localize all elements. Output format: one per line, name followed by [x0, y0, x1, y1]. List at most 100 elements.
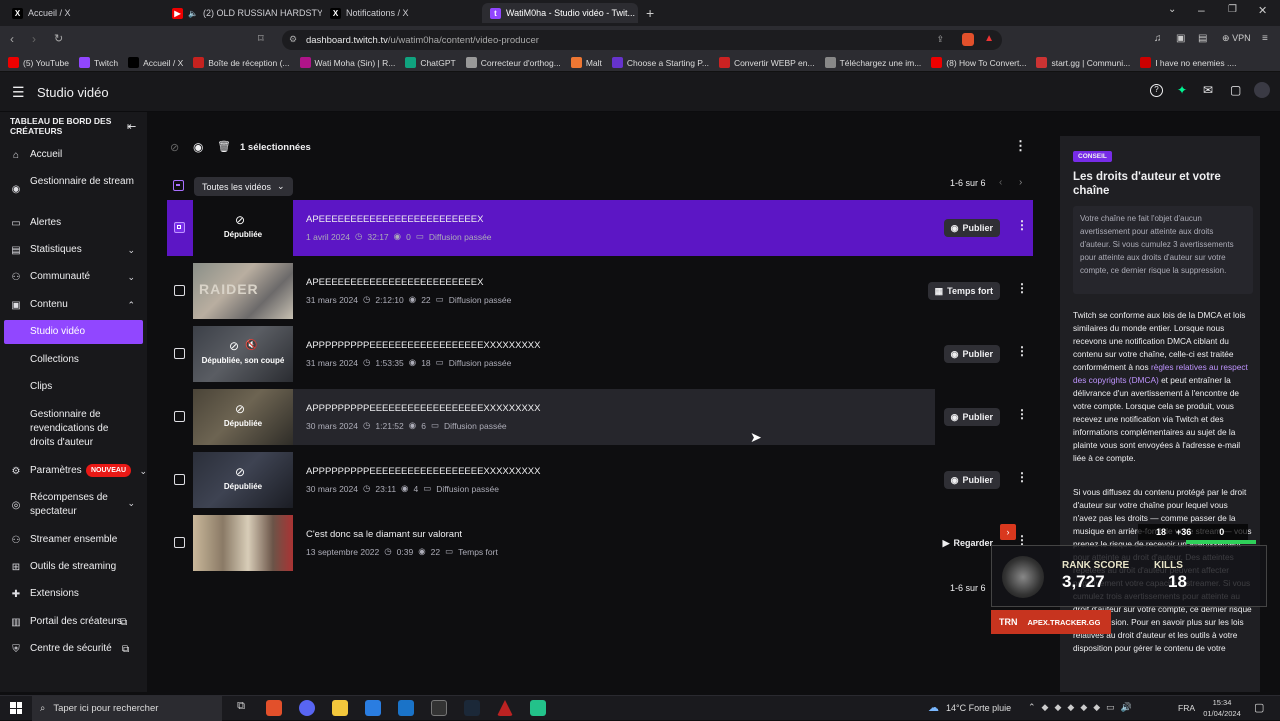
video-row[interactable]: ⊘ 🔇 Dépubliée, son coupé APPPPPPPPPEEEEE…: [167, 326, 1033, 382]
highlight-button[interactable]: ▦ Temps fort: [927, 282, 1000, 300]
select-all-checkbox[interactable]: [173, 180, 184, 191]
inbox-icon[interactable]: ✉: [1203, 83, 1213, 97]
publish-button[interactable]: ◉ Publier: [943, 408, 1000, 426]
bookmark-item[interactable]: I have no enemies ....: [1140, 57, 1236, 68]
forward-icon[interactable]: ›: [32, 32, 36, 46]
sidebar-item-portail[interactable]: ▥ Portail des créateurs ⧉: [0, 615, 147, 629]
video-thumbnail[interactable]: [193, 515, 293, 571]
bookmark-item[interactable]: start.gg | Communi...: [1036, 57, 1130, 68]
apex-icon[interactable]: [497, 700, 513, 716]
sidebar-item-collections[interactable]: Collections: [0, 353, 147, 367]
row-more-icon[interactable]: ⋮: [1016, 281, 1028, 295]
video-filter-dropdown[interactable]: Toutes les vidéos ⌄: [194, 177, 293, 196]
publish-button[interactable]: ◉ Publier: [943, 219, 1000, 237]
video-row-hovered[interactable]: ⊘ Dépubliée APPPPPPPPPEEEEEEEEEEEEEEEEEE…: [167, 389, 1033, 445]
sidebar-icon[interactable]: ▣: [1176, 33, 1185, 44]
bookmark-item[interactable]: Choose a Starting P...: [611, 57, 709, 68]
row-checkbox[interactable]: [174, 537, 185, 548]
brave-taskbar-icon[interactable]: [266, 700, 282, 716]
sidebar-item-clips[interactable]: Clips: [0, 380, 147, 394]
back-icon[interactable]: ‹: [10, 32, 14, 46]
video-row[interactable]: ⊘ Dépubliée APPPPPPPPPEEEEEEEEEEEEEEEEEE…: [167, 452, 1033, 508]
bookmark-icon[interactable]: ⌑: [258, 32, 264, 45]
bookmark-item[interactable]: Convertir WEBP en...: [718, 57, 815, 68]
sidebar-item-copyright-claims[interactable]: Gestionnaire de revendications de droits…: [0, 408, 147, 450]
publish-button[interactable]: ◉ Publier: [943, 471, 1000, 489]
new-tab-icon[interactable]: +: [646, 5, 654, 21]
sidebar-item-streamer-ensemble[interactable]: ⚇ Streamer ensemble: [0, 533, 147, 547]
unpublish-icon[interactable]: ⊘: [170, 141, 179, 154]
url-field[interactable]: ⚙ dashboard.twitch.tv/u/watim0ha/content…: [282, 30, 1002, 50]
bookmark-item[interactable]: Wati Moha (Sin) | R...: [299, 57, 395, 68]
hamburger-menu-icon[interactable]: ☰: [12, 84, 25, 101]
video-row[interactable]: ⊘ Dépubliée APEEEEEEEEEEEEEEEEEEEEEEEEEX…: [167, 200, 1033, 256]
sidebar-item-securite[interactable]: ⛨ Centre de sécurité ⧉: [0, 642, 147, 656]
browser-tab-active[interactable]: t WatiM0ha - Studio vidéo - Twit... ✕: [482, 3, 638, 23]
vpn-button[interactable]: ⊕ VPN: [1222, 33, 1251, 44]
video-row[interactable]: RAIDER APEEEEEEEEEEEEEEEEEEEEEEEEEX 31 m…: [167, 263, 1033, 319]
app-icon[interactable]: [398, 700, 414, 716]
windows-start-icon[interactable]: [10, 702, 22, 714]
publish-button[interactable]: ◉ Publier: [943, 345, 1000, 363]
avatar[interactable]: [1254, 82, 1270, 98]
brave-shield-icon[interactable]: [962, 33, 974, 46]
app2-icon[interactable]: [530, 700, 546, 716]
sidebar-item-studio-video[interactable]: Studio vidéo: [4, 320, 143, 344]
row-more-icon[interactable]: ⋮: [1016, 407, 1028, 421]
minimize-icon[interactable]: –: [1198, 3, 1205, 17]
bookmark-item[interactable]: Correcteur d'orthog...: [465, 57, 561, 68]
video-thumbnail[interactable]: ⊘ Dépubliée: [193, 389, 293, 445]
video-thumbnail[interactable]: ⊘ Dépubliée: [193, 200, 293, 256]
bookmark-item[interactable]: (5) YouTube: [8, 57, 69, 68]
bookmark-item[interactable]: (8) How To Convert...: [931, 57, 1026, 68]
notifications-icon[interactable]: ▢: [1254, 701, 1264, 714]
discord-icon[interactable]: [299, 700, 315, 716]
rewards-icon[interactable]: ▲: [984, 33, 994, 44]
sidebar-item-outils[interactable]: ⊞ Outils de streaming: [0, 560, 147, 574]
file-explorer-icon[interactable]: [332, 700, 348, 716]
tab-list-icon[interactable]: ⌄: [1168, 4, 1176, 15]
help-icon[interactable]: ?: [1150, 84, 1163, 97]
sidebar-item-parametres[interactable]: ⚙ Paramètres NOUVEAU ⌄: [0, 464, 147, 478]
more-options-icon[interactable]: ⋮: [1014, 138, 1027, 154]
browser-tab[interactable]: ▶ 🔈 (2) OLD RUSSIAN HARDSTYLE P...: [164, 3, 322, 23]
row-checkbox[interactable]: [174, 348, 185, 359]
site-settings-icon[interactable]: ⚙: [289, 34, 297, 45]
steam-icon[interactable]: [464, 700, 480, 716]
menu-icon[interactable]: ≡: [1262, 33, 1268, 44]
task-view-icon[interactable]: ⧉: [233, 700, 249, 716]
sidebar-item-statistiques[interactable]: ▤ Statistiques ⌄: [0, 243, 147, 257]
language-indicator[interactable]: FRA: [1178, 703, 1195, 713]
sidebar-item-accueil[interactable]: ⌂ Accueil: [0, 148, 147, 162]
row-checkbox[interactable]: [174, 411, 185, 422]
row-checkbox[interactable]: [174, 222, 185, 233]
bookmark-item[interactable]: Accueil / X: [128, 57, 183, 68]
store-icon[interactable]: [365, 700, 381, 716]
video-thumbnail[interactable]: ⊘ Dépubliée: [193, 452, 293, 508]
sidebar-item-communaute[interactable]: ⚇ Communauté ⌄: [0, 270, 147, 284]
bookmark-item[interactable]: Boîte de réception (...: [193, 57, 290, 68]
collapse-sidebar-icon[interactable]: ⇤: [127, 120, 136, 133]
row-checkbox[interactable]: [174, 474, 185, 485]
clock[interactable]: 15:34 01/04/2024: [1200, 697, 1244, 719]
terminal-icon[interactable]: [431, 700, 447, 716]
sidebar-item-alertes[interactable]: ▭ Alertes: [0, 216, 147, 230]
sidebar-item-extensions[interactable]: ✚ Extensions: [0, 587, 147, 601]
close-window-icon[interactable]: ✕: [1258, 4, 1267, 17]
maximize-icon[interactable]: ❐: [1228, 4, 1237, 15]
magic-icon[interactable]: ✦: [1177, 83, 1187, 97]
prev-page-icon[interactable]: ‹: [999, 177, 1002, 188]
sidebar-item-recompenses[interactable]: ◎ Récompenses de spectateur ⌄: [0, 491, 147, 519]
publish-eye-icon[interactable]: ◉: [193, 140, 203, 154]
row-more-icon[interactable]: ⋮: [1016, 470, 1028, 484]
row-more-icon[interactable]: ⋮: [1016, 218, 1028, 232]
sidebar-item-stream-manager[interactable]: ◉ Gestionnaire de stream: [0, 175, 147, 203]
chat-icon[interactable]: ▢: [1230, 83, 1241, 97]
bookmark-item[interactable]: Téléchargez une im...: [824, 57, 921, 68]
reload-icon[interactable]: ↻: [54, 32, 63, 45]
share-icon[interactable]: ⇪: [936, 34, 944, 45]
wallet-icon[interactable]: ▤: [1198, 33, 1207, 44]
system-tray[interactable]: ⌃ ◆ ◆ ◆ ◆ ◆ ▭ 🔊: [1028, 702, 1178, 714]
video-row[interactable]: C'est donc sa le diamant sur valorant 13…: [167, 515, 1033, 571]
bookmark-item[interactable]: Malt: [570, 57, 602, 68]
